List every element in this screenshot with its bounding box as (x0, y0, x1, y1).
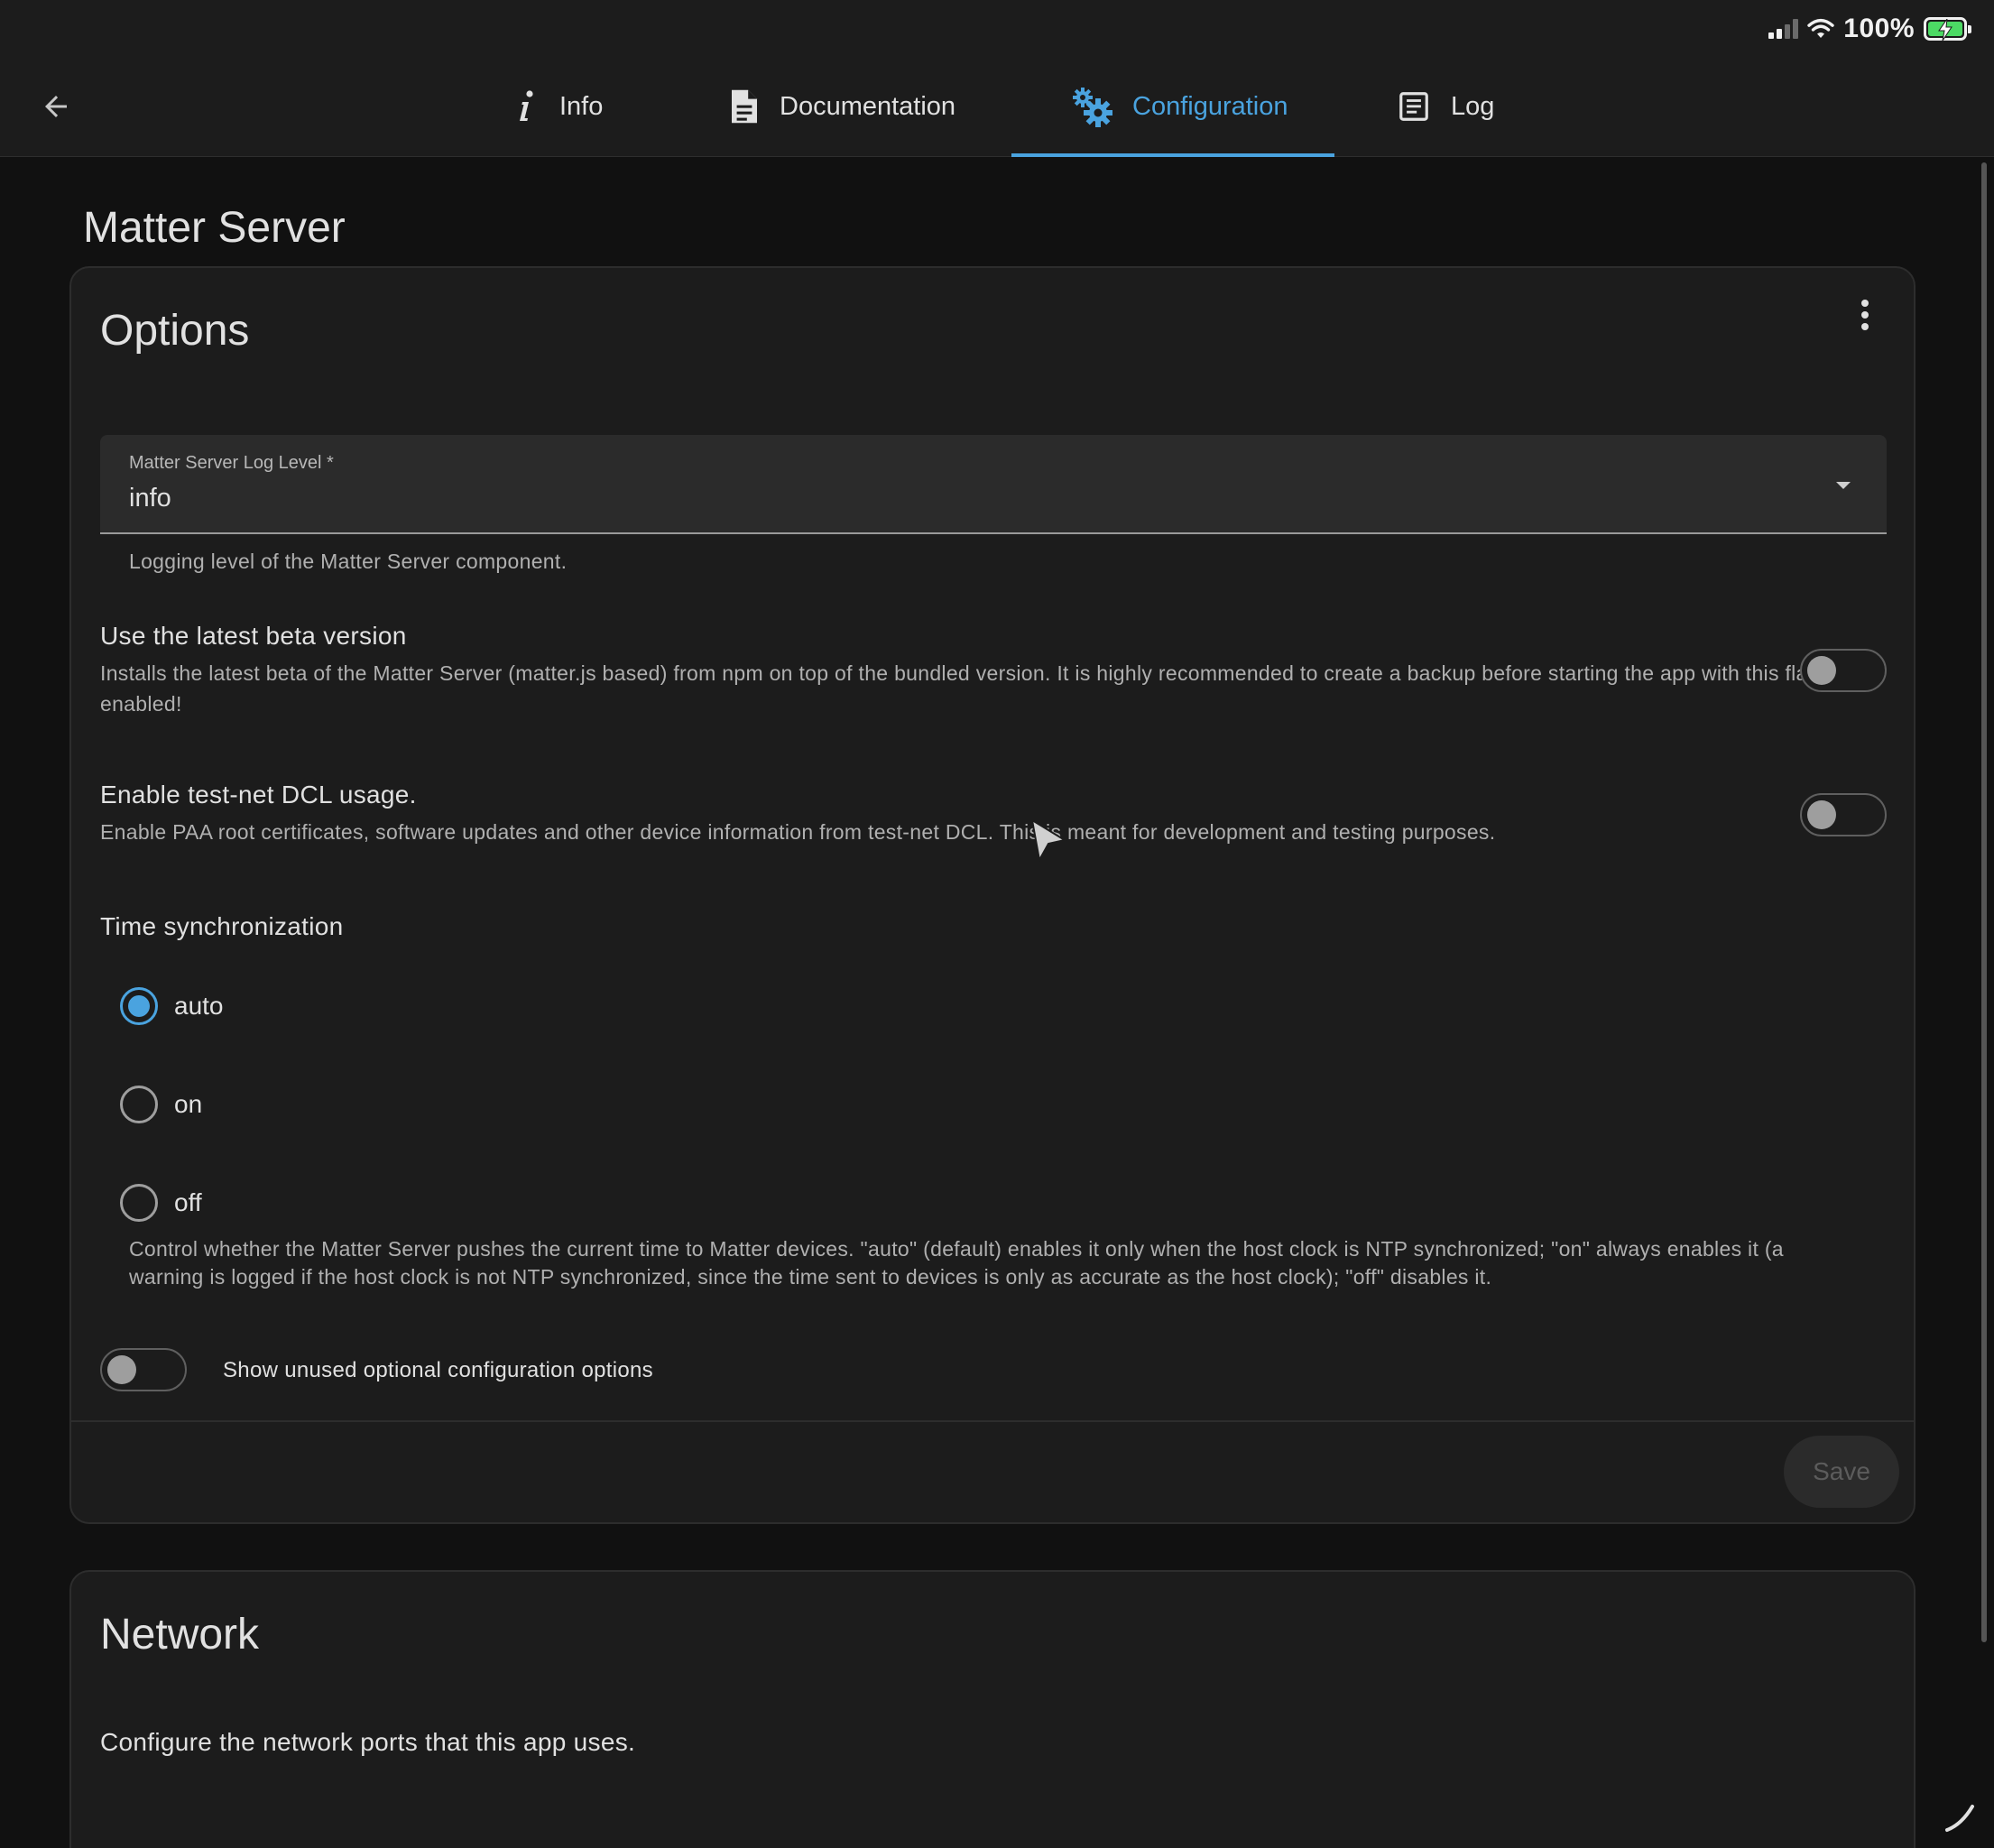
cellular-signal-icon (1768, 19, 1799, 39)
network-card-title: Network (100, 1611, 260, 1659)
scrollbar[interactable] (1981, 162, 1987, 1642)
time-sync-helper: Control whether the Matter Server pushes… (129, 1237, 1784, 1289)
radio-label: off (174, 1188, 202, 1216)
dots-vertical-icon (1861, 300, 1869, 307)
log-level-label: Matter Server Log Level * (129, 453, 334, 473)
tab-documentation[interactable]: Documentation (729, 56, 955, 157)
tab-label: Configuration (1132, 91, 1288, 121)
radio-button[interactable] (120, 1086, 158, 1123)
time-sync-option-off[interactable]: off (120, 1178, 202, 1228)
tab-configuration[interactable]: Configuration (1011, 56, 1334, 157)
card-divider (71, 1420, 1914, 1422)
gears-icon (1071, 86, 1112, 127)
options-card: Options Matter Server Log Level * info L… (69, 266, 1916, 1524)
toggle-knob (107, 1355, 136, 1384)
pointer-cursor-icon (1030, 818, 1067, 863)
back-button[interactable] (34, 85, 78, 128)
info-icon (512, 88, 540, 125)
radio-button[interactable] (120, 1184, 158, 1222)
time-sync-option-on[interactable]: on (120, 1079, 202, 1130)
testnet-option-description: Enable PAA root certificates, software u… (100, 820, 1496, 844)
top-tab-bar: Info Documentation Configuration Log (0, 56, 1994, 157)
arrow-left-icon (45, 96, 67, 117)
testnet-option-title: Enable test-net DCL usage. (100, 781, 417, 808)
battery-icon (1924, 17, 1971, 41)
log-level-helper: Logging level of the Matter Server compo… (129, 550, 568, 573)
time-sync-title: Time synchronization (100, 912, 344, 940)
status-indicators: 100% (1768, 13, 1971, 45)
show-unused-toggle[interactable] (100, 1348, 187, 1391)
toggle-knob (1807, 800, 1836, 829)
tab-label: Info (559, 91, 604, 121)
toggle-knob (1807, 656, 1836, 685)
time-sync-option-auto[interactable]: auto (120, 981, 224, 1031)
tab-info[interactable]: Info (512, 56, 603, 157)
battery-percent: 100% (1843, 14, 1915, 43)
log-level-select[interactable]: Matter Server Log Level * info (100, 435, 1887, 534)
network-card: Network Configure the network ports that… (69, 1570, 1916, 1848)
testnet-toggle[interactable] (1800, 793, 1887, 836)
pencil-stroke-icon (1945, 1805, 1974, 1832)
tab-label: Log (1451, 91, 1495, 121)
overflow-menu-button[interactable] (1847, 293, 1883, 337)
status-bar: 100% (0, 0, 1994, 56)
page-title: Matter Server (83, 204, 346, 252)
tab-label: Documentation (780, 91, 956, 121)
log-icon (1397, 89, 1431, 124)
radio-label: on (174, 1090, 203, 1118)
wifi-icon (1807, 18, 1834, 38)
save-button[interactable]: Save (1784, 1436, 1899, 1508)
options-card-title: Options (100, 307, 250, 355)
beta-option-description: Installs the latest beta of the Matter S… (100, 661, 1820, 716)
document-icon (729, 88, 760, 125)
radio-button-checked[interactable] (120, 987, 158, 1025)
beta-toggle[interactable] (1800, 649, 1887, 692)
tab-log[interactable]: Log (1397, 56, 1494, 157)
radio-label: auto (174, 992, 224, 1020)
beta-option-title: Use the latest beta version (100, 622, 407, 650)
caret-down-icon (1836, 482, 1851, 489)
log-level-value: info (129, 484, 171, 513)
network-card-description: Configure the network ports that this ap… (100, 1728, 636, 1756)
show-unused-label: Show unused optional configuration optio… (223, 1358, 653, 1382)
main-content: Matter Server Options Matter Server Log … (0, 158, 1994, 1848)
